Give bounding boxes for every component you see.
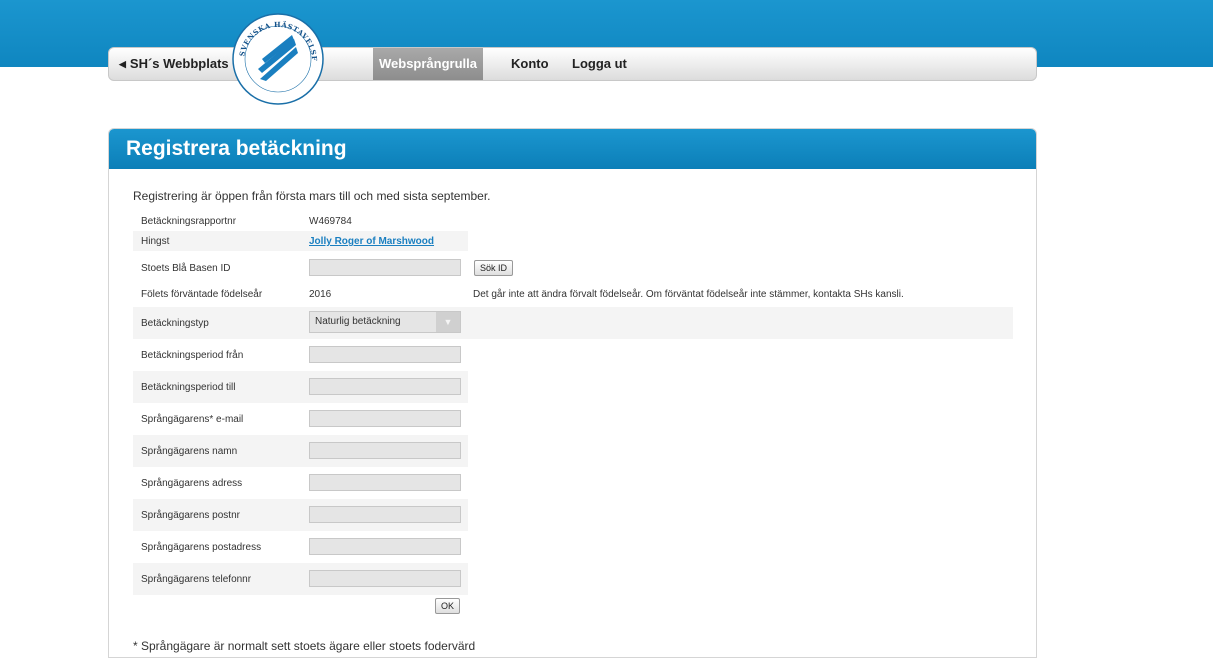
chevron-down-icon: ▼ <box>436 312 460 332</box>
form-row-owner-postaddress: Språngägarens postadress <box>133 531 468 563</box>
form-row-period-from: Betäckningsperiod från <box>133 339 468 371</box>
form-row-stallion: Hingst Jolly Roger of Marshwood <box>133 231 468 251</box>
stallion-label: Hingst <box>141 236 170 247</box>
register-covering-panel: Registrera betäckning Registrering är öp… <box>108 128 1037 658</box>
page-title: Registrera betäckning <box>126 137 347 160</box>
form-row-owner-postnr: Språngägarens postnr <box>133 499 468 531</box>
nav-item-logga-ut[interactable]: Logga ut <box>572 48 627 80</box>
foal-year-note: Det går inte att ändra förvalt födelseår… <box>473 289 904 300</box>
owner-address-label: Språngägarens adress <box>141 478 243 489</box>
form-row-foal-year: Fölets förväntade födelseår 2016 <box>133 285 468 305</box>
form-row-owner-email: Språngägarens* e-mail <box>133 403 468 435</box>
foal-year-value: 2016 <box>309 289 332 300</box>
footnote: * Språngägare är normalt sett stoets äga… <box>133 639 476 653</box>
owner-postaddress-input[interactable] <box>309 538 461 555</box>
covering-type-label: Betäckningstyp <box>141 318 209 329</box>
chevron-left-icon: ◀ <box>119 59 126 69</box>
report-nr-value: W469784 <box>309 216 352 227</box>
form-row-covering-type: Betäckningstyp Naturlig betäckning ▼ <box>133 307 1013 339</box>
form-row-period-to: Betäckningsperiod till <box>133 371 468 403</box>
report-nr-label: Betäckningsrapportnr <box>141 216 237 227</box>
back-to-website-link[interactable]: ◀ SH´s Webbplats <box>119 48 229 80</box>
owner-phone-input[interactable] <box>309 570 461 587</box>
stallion-link[interactable]: Jolly Roger of Marshwood <box>309 236 434 247</box>
back-link-label: SH´s Webbplats <box>129 56 229 71</box>
nav-item-konto[interactable]: Konto <box>511 48 549 80</box>
form-row-owner-address: Språngägarens adress <box>133 467 468 499</box>
owner-postaddress-label: Språngägarens postadress <box>141 542 262 553</box>
covering-type-value: Naturlig betäckning <box>315 316 401 327</box>
owner-postnr-label: Språngägarens postnr <box>141 510 240 521</box>
nav-item-label: Websprångrulla <box>379 56 478 71</box>
form-row-report-nr: Betäckningsrapportnr W469784 <box>133 211 468 231</box>
owner-email-label: Språngägarens* e-mail <box>141 414 244 425</box>
period-to-input[interactable] <box>309 378 461 395</box>
owner-postnr-input[interactable] <box>309 506 461 523</box>
registration-intro-text: Registrering är öppen från första mars t… <box>133 189 491 203</box>
nav-item-label: Logga ut <box>572 56 627 71</box>
mare-id-input[interactable] <box>309 259 461 276</box>
form-row-owner-name: Språngägarens namn <box>133 435 468 467</box>
form-row-mare-id: Stoets Blå Basen ID <box>133 253 468 283</box>
foal-year-label: Fölets förväntade födelseår <box>141 289 263 300</box>
period-from-input[interactable] <box>309 346 461 363</box>
ok-button[interactable]: OK <box>435 598 461 614</box>
owner-phone-label: Språngägarens telefonnr <box>141 574 252 585</box>
owner-email-input[interactable] <box>309 410 461 427</box>
form-row-owner-phone: Språngägarens telefonnr <box>133 563 468 595</box>
mare-id-label: Stoets Blå Basen ID <box>141 263 231 274</box>
owner-name-label: Språngägarens namn <box>141 446 238 457</box>
search-id-button[interactable]: Sök ID <box>474 260 514 276</box>
owner-name-input[interactable] <box>309 442 461 459</box>
period-from-label: Betäckningsperiod från <box>141 350 244 361</box>
organization-logo: SVENSKA HÄSTAVELSFÖRBUNDET <box>232 13 324 105</box>
covering-type-select[interactable]: Naturlig betäckning ▼ <box>309 311 461 333</box>
owner-address-input[interactable] <box>309 474 461 491</box>
panel-header: Registrera betäckning <box>109 129 1036 169</box>
nav-item-webspranglista[interactable]: Websprångrulla <box>373 48 484 80</box>
nav-item-label: Konto <box>511 56 549 71</box>
period-to-label: Betäckningsperiod till <box>141 382 236 393</box>
